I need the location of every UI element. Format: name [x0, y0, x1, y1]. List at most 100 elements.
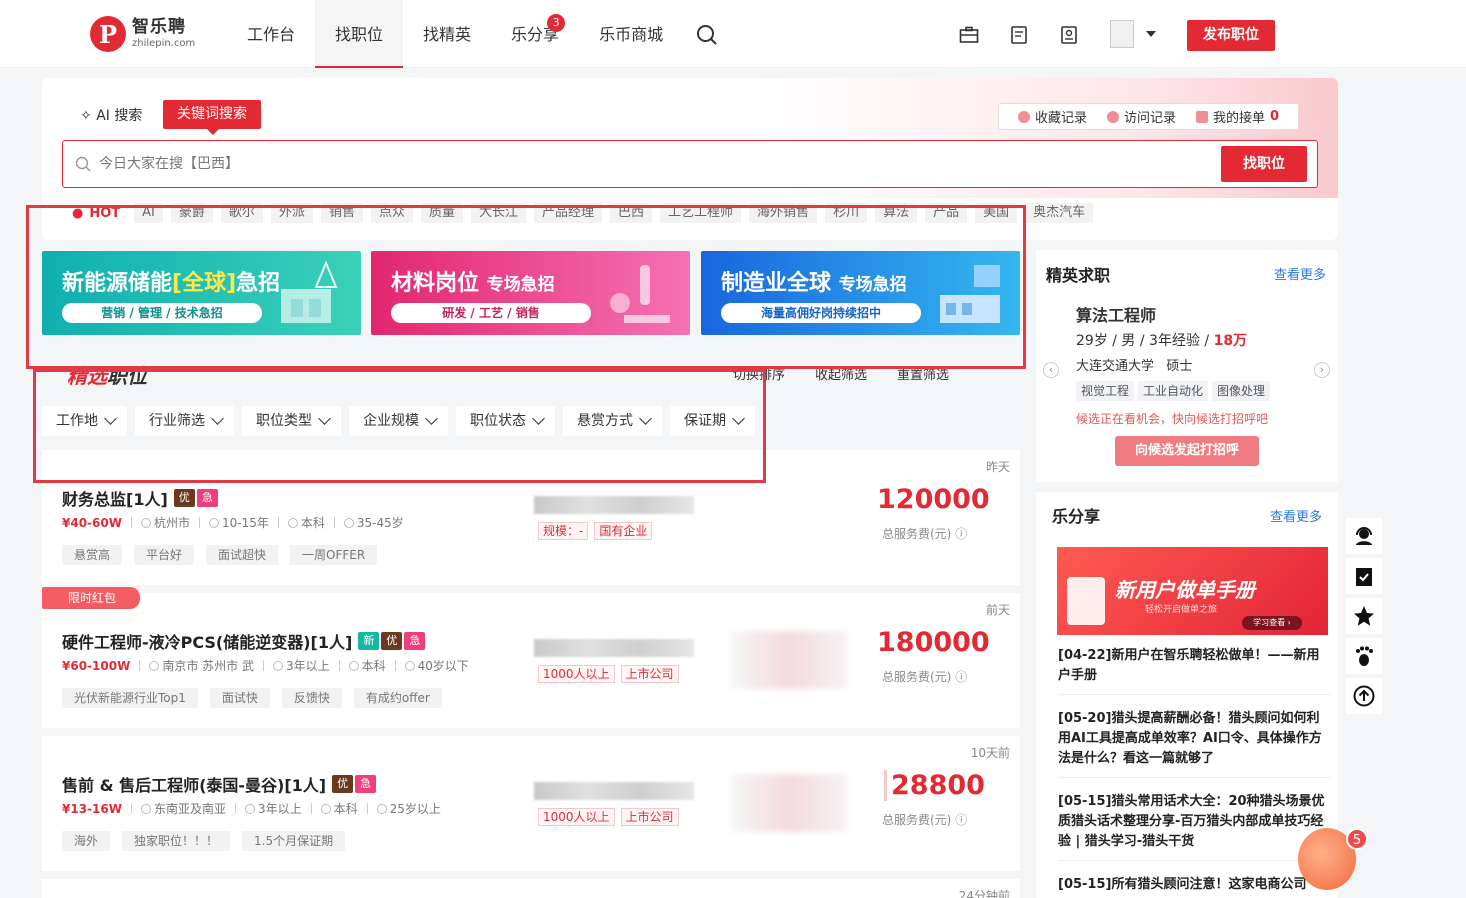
job-card[interactable]: 24分钟前	[42, 879, 1020, 898]
company-name-blurred	[534, 496, 694, 514]
nav-find-jobs[interactable]: 找职位	[315, 0, 404, 68]
nav-share[interactable]: 乐分享 3	[491, 0, 579, 68]
clock-icon	[1107, 110, 1120, 123]
job-title[interactable]: 硬件工程师-液冷PCS(储能逆变器)[1人] 新优急	[62, 629, 426, 653]
company-tag: 国有企业	[594, 522, 653, 540]
favorites-link[interactable]: 收藏记录	[1018, 107, 1087, 126]
customer-service-icon[interactable]	[1346, 518, 1382, 554]
star-icon[interactable]	[1346, 598, 1382, 634]
job-title[interactable]: 售前 & 售后工程师(泰国-曼谷)[1人] 优急	[62, 772, 377, 796]
info-icon: ⓘ	[955, 527, 968, 541]
keyword-search-tab[interactable]: 关键词搜索	[163, 100, 261, 135]
elite-panel: 精英求职 查看更多 ‹ › 算法工程师 29岁 / 男 / 3年经验 / 18万…	[1036, 250, 1338, 482]
share-banner-title: 新用户做单手册	[1115, 578, 1255, 602]
ai-search-tab[interactable]: ✧ AI 搜索	[80, 105, 142, 125]
my-orders-label: 我的接单	[1213, 111, 1266, 126]
job-time: 10天前	[970, 746, 1010, 760]
info-icon: ⓘ	[955, 813, 968, 827]
briefcase-icon	[244, 803, 255, 814]
job-salary: ¥40-60W	[62, 515, 122, 530]
floating-toolbar	[1346, 518, 1382, 718]
history-link[interactable]: 访问记录	[1107, 107, 1176, 126]
favorites-label: 收藏记录	[1035, 111, 1088, 126]
nav-find-elite[interactable]: 找精英	[403, 0, 491, 68]
article-link[interactable]: [04-22]新用户在智乐聘轻松做单！——新用户手册	[1058, 646, 1330, 695]
perk-tag: 面试快	[209, 688, 270, 708]
chevron-right-icon[interactable]: ›	[1314, 362, 1330, 378]
top-navbar: P 智乐聘 zhilepin.com 工作台 找职位 找精英 乐分享 3 乐币商…	[0, 0, 1466, 68]
person-icon	[343, 517, 354, 528]
elite-more-link[interactable]: 查看更多	[1274, 264, 1326, 283]
user-avatar[interactable]	[1110, 20, 1134, 48]
job-meta: ¥13-16W 东南亚及南亚 3年以上 本科 25岁以上	[62, 801, 441, 817]
brand-domain: zhilepin.com	[132, 38, 196, 49]
my-orders-link[interactable]: 我的接单 0	[1196, 107, 1279, 126]
chevron-left-icon[interactable]: ‹	[1043, 362, 1059, 378]
back-to-top-icon[interactable]	[1346, 678, 1382, 714]
perk-tag: 悬赏高	[62, 545, 123, 565]
message-icon[interactable]	[1009, 26, 1029, 44]
job-search-input[interactable]	[99, 149, 1199, 179]
service-fee: 120000	[877, 484, 990, 515]
company-tag: 上市公司	[620, 665, 679, 683]
publish-job-button[interactable]: 发布职位	[1187, 20, 1275, 51]
service-fee: 180000	[877, 627, 990, 658]
person-icon	[404, 660, 415, 671]
skill-tag: 视觉工程	[1076, 381, 1135, 401]
job-title[interactable]: 财务总监[1人] 优急	[62, 486, 218, 510]
company-tag: 1000人以上	[538, 665, 615, 683]
skill-tag: 图像处理	[1212, 381, 1271, 401]
my-orders-count: 0	[1270, 109, 1280, 124]
history-label: 访问记录	[1124, 111, 1177, 126]
perk-tag: 反馈快	[281, 688, 342, 708]
company-tag: 1000人以上	[538, 808, 615, 826]
elite-school: 大连交通大学 硕士	[1076, 359, 1193, 374]
elite-job-title[interactable]: 算法工程师	[1076, 302, 1156, 326]
perk-tag: 1.5个月保证期	[242, 831, 346, 851]
perk-tag: 平台好	[134, 545, 195, 565]
job-card[interactable]: 10天前 售前 & 售后工程师(泰国-曼谷)[1人] 优急 ¥13-16W 东南亚…	[42, 736, 1020, 871]
brand-name: 智乐聘	[132, 17, 186, 37]
share-panel: 乐分享 查看更多 新用户做单手册 轻松开启做单之旅 学习查看 › [04-22]…	[1036, 492, 1338, 898]
job-meta: ¥40-60W 杭州市 10-15年 本科 35-45岁	[62, 515, 404, 531]
job-card[interactable]: 限时红包 前天 硬件工程师-液冷PCS(储能逆变器)[1人] 新优急 ¥60-10…	[42, 587, 1020, 728]
nav-coin-mall[interactable]: 乐币商城	[579, 0, 683, 68]
share-banner-subtitle: 轻松开启做单之旅	[1145, 605, 1218, 615]
job-perks: 海外 独家职位！！！ 1.5个月保证期	[62, 831, 357, 851]
hot-tag[interactable]: 奥杰汽车	[1025, 203, 1094, 223]
briefcase-icon[interactable]	[959, 26, 979, 44]
tag-premium: 优	[173, 489, 195, 507]
tag-urgent: 急	[196, 489, 218, 507]
article-link[interactable]: [05-15]所有猎头顾问注意！这家电商公司	[1058, 875, 1330, 898]
share-heading: 乐分享	[1052, 507, 1101, 526]
handbook-icon	[1067, 577, 1105, 625]
share-banner-button[interactable]: 学习查看 ›	[1242, 616, 1302, 630]
article-link[interactable]: [05-20]猎头提高薪酬必备！猎头顾问如何利用AI工具提高成单效率？AI口令、…	[1058, 709, 1330, 778]
red-packet-badge: 限时红包	[42, 587, 140, 609]
brand-logo[interactable]: P 智乐聘 zhilepin.com	[90, 16, 195, 52]
search-icon[interactable]	[696, 24, 718, 46]
find-jobs-button[interactable]: 找职位	[1221, 146, 1307, 182]
nav-share-badge: 3	[547, 14, 566, 32]
job-time: 昨天	[985, 460, 1010, 474]
share-more-link[interactable]: 查看更多	[1270, 506, 1322, 525]
nav-workbench[interactable]: 工作台	[227, 0, 315, 68]
annotation-box	[26, 205, 1026, 369]
briefcase-icon	[272, 660, 283, 671]
sparkle-icon: ✧	[80, 108, 92, 124]
footprint-icon[interactable]	[1346, 638, 1382, 674]
clipboard-check-icon[interactable]	[1346, 558, 1382, 594]
job-salary: ¥13-16W	[62, 801, 122, 816]
job-salary: ¥60-100W	[62, 658, 131, 673]
search-icon	[75, 156, 91, 172]
document-icon[interactable]	[1059, 26, 1079, 44]
logo-mark-icon: P	[90, 16, 126, 52]
article-link[interactable]: [05-15]猎头常用话术大全：20种猎头场景优质猎头话术整理分享-百万猎头内部…	[1058, 792, 1330, 861]
ai-search-tab-label: AI 搜索	[96, 108, 143, 124]
tag-premium: 优	[332, 775, 354, 793]
job-time: 24分钟前	[958, 889, 1010, 898]
mascot-badge: 5	[1346, 828, 1368, 850]
greet-candidate-button[interactable]: 向候选发起打招呼	[1115, 436, 1259, 466]
share-banner[interactable]: 新用户做单手册 轻松开启做单之旅 学习查看 ›	[1057, 547, 1328, 635]
chevron-down-icon[interactable]	[1146, 31, 1156, 37]
